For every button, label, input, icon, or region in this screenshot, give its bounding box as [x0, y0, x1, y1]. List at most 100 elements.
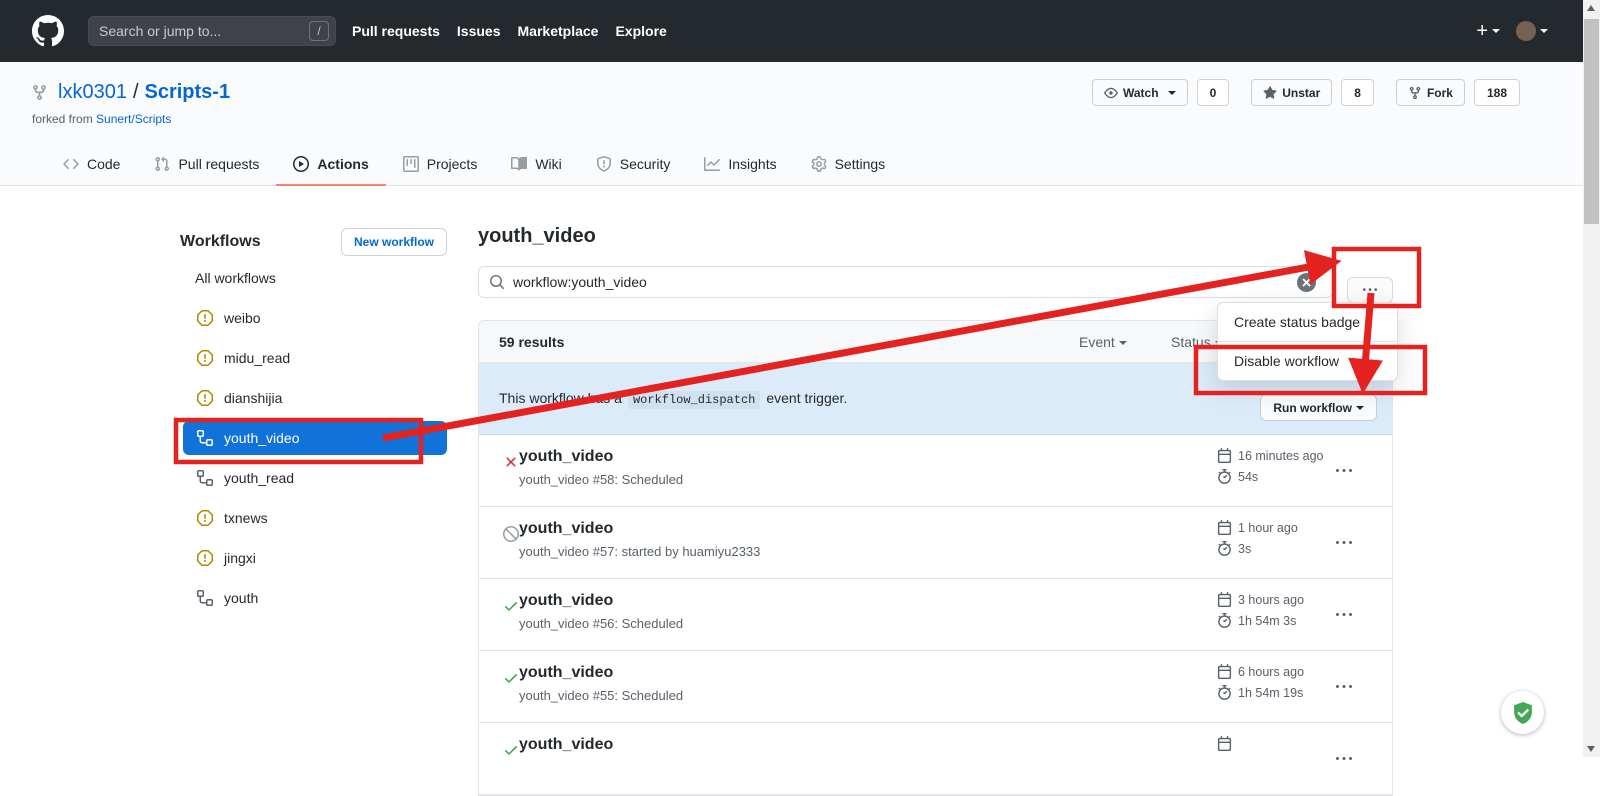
sidebar-item-youth[interactable]: youth: [183, 578, 447, 618]
calendar-icon: [1217, 520, 1232, 535]
run-meta: 1 hour ago 3s: [1217, 520, 1298, 562]
kebab-menu-icon[interactable]: [1336, 463, 1352, 479]
chevron-down-icon: [1356, 406, 1364, 410]
kebab-menu-icon[interactable]: [1336, 535, 1352, 551]
sidebar-item-label: weibo: [224, 310, 261, 326]
plus-icon[interactable]: +: [1476, 21, 1488, 41]
github-logo-icon[interactable]: [32, 15, 64, 47]
repo-owner-link[interactable]: lxk0301: [58, 81, 127, 104]
repo-header: lxk0301 / Scripts-1 forked from Sunert/S…: [0, 62, 1583, 186]
tab-security[interactable]: Security: [579, 144, 688, 186]
run-text: youth_video youth_video #56: Scheduled: [519, 592, 683, 631]
nav-link-issues[interactable]: Issues: [457, 23, 501, 39]
tab-label: Settings: [835, 156, 886, 172]
kebab-menu-icon[interactable]: [1336, 751, 1352, 767]
workflow-icon: [197, 590, 213, 606]
tab-code[interactable]: Code: [46, 144, 137, 186]
security-extension-badge[interactable]: [1501, 691, 1544, 734]
stopwatch-icon: [1217, 685, 1232, 700]
stopwatch-icon: [1217, 469, 1232, 484]
run-text: youth_video youth_video #57: started by …: [519, 520, 760, 559]
global-search[interactable]: /: [88, 16, 336, 46]
tab-actions[interactable]: Actions: [276, 144, 385, 186]
run-when: 1 hour ago: [1238, 521, 1298, 535]
nav-link-marketplace[interactable]: Marketplace: [518, 23, 599, 39]
run-text: youth_video youth_video #55: Scheduled: [519, 664, 683, 703]
tab-settings[interactable]: Settings: [794, 144, 903, 186]
star-icon: [1263, 86, 1277, 100]
graph-icon: [704, 156, 720, 172]
stop-warning-icon: [197, 350, 213, 366]
tab-wiki[interactable]: Wiki: [494, 144, 578, 186]
workflow-icon: [197, 430, 213, 446]
sidebar-item-weibo[interactable]: weibo: [183, 298, 447, 338]
run-title-link[interactable]: youth_video: [519, 592, 613, 609]
run-title-link[interactable]: youth_video: [519, 736, 613, 753]
workflow-search-input[interactable]: [513, 274, 1297, 290]
kebab-menu-icon[interactable]: [1336, 679, 1352, 695]
scrollbar-down-arrow[interactable]: [1587, 746, 1595, 752]
run-title-link[interactable]: youth_video: [519, 664, 613, 681]
sidebar-item-dianshijia[interactable]: dianshijia: [183, 378, 447, 418]
project-icon: [403, 156, 419, 172]
nav-link-pull-requests[interactable]: Pull requests: [352, 23, 440, 39]
run-title-link[interactable]: youth_video: [519, 448, 613, 465]
banner-text-after: event trigger.: [766, 390, 847, 406]
tab-pull-requests[interactable]: Pull requests: [137, 144, 276, 186]
status-filter[interactable]: Status: [1171, 334, 1223, 350]
sidebar-item-all-workflows[interactable]: All workflows: [183, 258, 447, 298]
forked-from-link[interactable]: Sunert/Scripts: [96, 112, 171, 126]
chevron-down-icon[interactable]: [1540, 29, 1548, 33]
fork-button[interactable]: Fork: [1396, 79, 1465, 106]
search-icon: [489, 274, 505, 290]
avatar[interactable]: [1516, 21, 1536, 41]
run-subtitle: youth_video #58: Scheduled: [519, 472, 683, 487]
navbar-right: +: [1476, 21, 1548, 41]
workflow-dispatch-code: workflow_dispatch: [628, 391, 760, 409]
new-workflow-button[interactable]: New workflow: [341, 228, 447, 256]
scrollbar-up-arrow[interactable]: [1587, 5, 1595, 11]
menu-item-create-status-badge[interactable]: Create status badge: [1218, 303, 1397, 341]
sidebar-item-txnews[interactable]: txnews: [183, 498, 447, 538]
sidebar-item-midu-read[interactable]: midu_read: [183, 338, 447, 378]
tab-projects[interactable]: Projects: [386, 144, 495, 186]
repo-name-link[interactable]: Scripts-1: [145, 81, 231, 104]
nav-link-explore[interactable]: Explore: [615, 23, 666, 39]
star-count[interactable]: 8: [1341, 79, 1374, 106]
fork-count[interactable]: 188: [1474, 79, 1520, 106]
book-icon: [511, 156, 527, 172]
kebab-menu-icon[interactable]: [1336, 607, 1352, 623]
workflow-icon: [197, 470, 213, 486]
sidebar-item-label: jingxi: [224, 550, 256, 566]
clear-search-icon[interactable]: [1297, 273, 1316, 292]
unstar-button[interactable]: Unstar: [1251, 79, 1332, 106]
check-success-icon: [503, 742, 519, 758]
run-subtitle: youth_video #57: started by huamiyu2333: [519, 544, 760, 559]
sidebar-item-jingxi[interactable]: jingxi: [183, 538, 447, 578]
workflow-search[interactable]: [478, 266, 1333, 298]
tab-insights[interactable]: Insights: [687, 144, 793, 186]
workflow-options-menu: Create status badge Disable workflow: [1217, 302, 1398, 381]
watch-count[interactable]: 0: [1197, 79, 1230, 106]
chevron-down-icon[interactable]: [1492, 29, 1500, 33]
fork-group: Fork 188: [1396, 79, 1520, 106]
chevron-down-icon: [1168, 91, 1176, 95]
event-filter[interactable]: Event: [1079, 334, 1127, 350]
run-workflow-button[interactable]: Run workflow: [1260, 394, 1377, 421]
page-scrollbar[interactable]: [1583, 0, 1600, 757]
global-search-input[interactable]: [99, 23, 309, 39]
run-meta: 16 minutes ago 54s: [1217, 448, 1323, 490]
cancelled-slash-icon: [503, 526, 519, 542]
run-duration: 3s: [1238, 542, 1251, 556]
sidebar-item-youth-video[interactable]: youth_video: [183, 421, 447, 455]
run-title-link[interactable]: youth_video: [519, 520, 613, 537]
runs-list-container: 59 results Event Status This workflow ha…: [478, 320, 1393, 796]
sidebar-item-youth-read[interactable]: youth_read: [183, 458, 447, 498]
repo-social-buttons: Watch 0 Unstar 8 Fork 188: [1092, 79, 1520, 106]
scrollbar-thumb[interactable]: [1584, 19, 1599, 224]
sidebar-item-label: midu_read: [224, 350, 290, 366]
run-row-55: youth_video youth_video #55: Scheduled 6…: [479, 651, 1392, 723]
watch-button[interactable]: Watch: [1092, 79, 1188, 106]
menu-item-disable-workflow[interactable]: Disable workflow: [1218, 341, 1397, 380]
stop-warning-icon: [197, 550, 213, 566]
